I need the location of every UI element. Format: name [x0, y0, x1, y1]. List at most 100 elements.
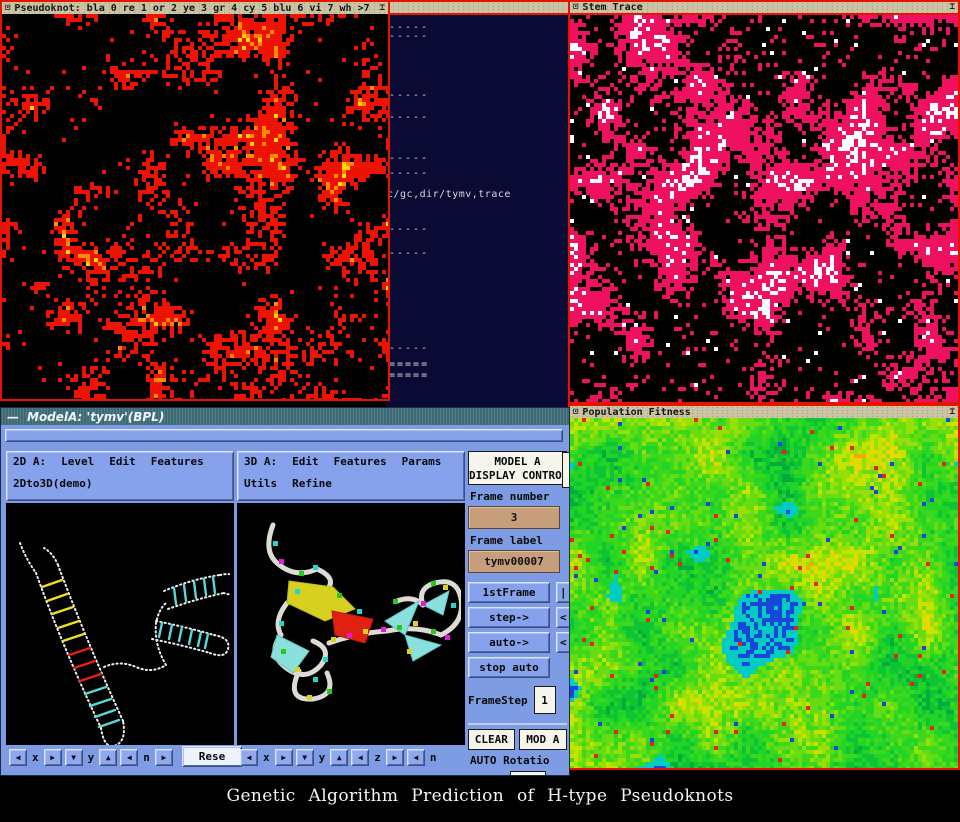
- rotate-arrow-button[interactable]: ▶: [155, 749, 173, 766]
- menu-item[interactable]: Refine: [292, 477, 332, 490]
- modela-title-text: ModelA: 'tymv'(BPL): [27, 410, 164, 424]
- auto-rotation-label: AUTO Rotatio: [470, 754, 567, 767]
- viewport-2d[interactable]: [6, 503, 234, 745]
- frame-number-input[interactable]: 3: [468, 506, 560, 529]
- frame-number-label: Frame number: [470, 490, 567, 503]
- frame-control-button[interactable]: 1stFrame: [468, 582, 550, 603]
- terminal-line: =====: [389, 370, 429, 381]
- population-fitness-image: [570, 418, 958, 768]
- menu-item[interactable]: Features: [151, 455, 204, 468]
- frame-control-button[interactable]: stop auto: [468, 657, 550, 678]
- maximize-icon[interactable]: ⌶: [950, 408, 955, 417]
- axis-label: n: [430, 751, 437, 764]
- terminal-line: -----: [389, 31, 429, 42]
- terminal-line: -----: [389, 112, 429, 123]
- menu-item[interactable]: Features: [334, 455, 387, 468]
- pseudoknot-image: [2, 14, 388, 399]
- axis-label: y: [88, 751, 95, 764]
- menu-2d-row1: 2D A: Level Edit Features: [13, 455, 227, 477]
- rotate-arrow-button[interactable]: ▼: [65, 749, 83, 766]
- cut-off-frame-button[interactable]: <: [556, 632, 570, 653]
- cut-off-frame-button[interactable]: <: [556, 607, 570, 628]
- terminal-frame-divider: [386, 13, 570, 15]
- stem-trace-title: Stem Trace: [582, 2, 642, 13]
- clear-button[interactable]: CLEAR: [468, 729, 515, 750]
- frame-control-button[interactable]: auto->: [468, 632, 550, 653]
- modela-titlebar[interactable]: — ModelA: 'tymv'(BPL): [1, 408, 569, 425]
- axis-label: x: [263, 751, 270, 764]
- terminal-titlebar[interactable]: [386, 2, 570, 13]
- menu-2d: 2D A: Level Edit Features 2Dto3D(demo): [6, 451, 234, 501]
- rotate-arrow-button[interactable]: ▼: [296, 749, 314, 766]
- toolbar-3d: ◀x▶▼y▲◀z▶◀n: [237, 745, 465, 769]
- mod-a-button[interactable]: MOD A: [519, 729, 567, 750]
- model-a-label: MODEL A: [469, 455, 566, 468]
- rotate-arrow-button[interactable]: ▲: [330, 749, 348, 766]
- rotate-arrow-button[interactable]: ▶: [44, 749, 62, 766]
- cut-off-input[interactable]: [510, 771, 546, 776]
- menu-3d-row2: Utils Refine: [244, 477, 458, 499]
- menu-item[interactable]: 3D A:: [244, 455, 277, 468]
- modela-toolbar-strip[interactable]: [5, 429, 563, 442]
- menu-3d: 3D A: Edit Features Params Utils Refine: [237, 451, 465, 501]
- axis-label: z: [374, 751, 381, 764]
- rotate-arrow-button[interactable]: ◀: [240, 749, 258, 766]
- maximize-icon[interactable]: ⌶: [380, 4, 385, 13]
- rotate-arrow-button[interactable]: ◀: [407, 749, 425, 766]
- menu-3d-row1: 3D A: Edit Features Params: [244, 455, 458, 477]
- stem-trace-titlebar[interactable]: ⊡ Stem Trace ⌶: [570, 2, 958, 13]
- rna-3d-structure: [237, 503, 461, 745]
- terminal-line: -----: [389, 248, 429, 259]
- rotate-arrow-button[interactable]: ▶: [275, 749, 293, 766]
- toolbar-2d: ◀x▶▼y▲◀n▶Rese: [6, 745, 234, 769]
- viewport-3d[interactable]: [237, 503, 465, 745]
- menu-item[interactable]: Utils: [244, 477, 277, 490]
- terminal-window[interactable]: ----------------------------------------…: [386, 0, 570, 407]
- terminal-line: -----: [389, 224, 429, 235]
- population-fitness-titlebar[interactable]: ⊡ Population Fitness ⌶: [570, 406, 958, 418]
- desktop: ----------------------------------------…: [0, 0, 960, 822]
- clear-subpanel: CLEAR MOD A AUTO Rotatio: [468, 723, 567, 776]
- display-control-panel: MODEL A DISPLAY CONTROL Frame number 3 F…: [468, 451, 567, 773]
- reset-button[interactable]: Rese: [182, 746, 242, 767]
- panel-2d: 2D A: Level Edit Features 2Dto3D(demo): [6, 451, 234, 769]
- window-menu-icon[interactable]: ⊡: [573, 3, 578, 12]
- population-fitness-window: ⊡ Population Fitness ⌶: [568, 404, 960, 770]
- menu-item[interactable]: Edit: [109, 455, 136, 468]
- framestep-input[interactable]: 1: [534, 686, 556, 714]
- terminal-line: -----: [389, 343, 429, 354]
- maximize-icon[interactable]: ⌶: [950, 3, 955, 12]
- cut-off-frame-button[interactable]: |: [556, 582, 570, 603]
- frame-label-input[interactable]: tymv00007: [468, 550, 560, 573]
- axis-label: x: [32, 751, 39, 764]
- pseudoknot-titlebar[interactable]: ⊡ Pseudoknot: bla 0 re 1 or 2 ye 3 gr 4 …: [2, 2, 388, 14]
- menu-item[interactable]: Level: [61, 455, 94, 468]
- terminal-line: -----: [389, 90, 429, 101]
- terminal-line: =====: [389, 359, 429, 370]
- rotate-arrow-button[interactable]: ◀: [351, 749, 369, 766]
- rotate-arrow-button[interactable]: ▲: [99, 749, 117, 766]
- panel-3d: 3D A: Edit Features Params Utils Refine: [237, 451, 465, 769]
- cut-off-header-box: [562, 452, 570, 488]
- stem-trace-window: ⊡ Stem Trace ⌶: [568, 0, 960, 404]
- rna-2d-structure: [6, 503, 230, 745]
- axis-label: y: [319, 751, 326, 764]
- rotate-arrow-button[interactable]: ▶: [386, 749, 404, 766]
- rotate-arrow-button[interactable]: ◀: [120, 749, 138, 766]
- pseudoknot-window: ⊡ Pseudoknot: bla 0 re 1 or 2 ye 3 gr 4 …: [0, 0, 390, 401]
- menu-item[interactable]: 2D A:: [13, 455, 46, 468]
- window-menu-icon[interactable]: ⊡: [573, 408, 578, 417]
- stem-trace-image: [570, 15, 958, 402]
- pseudoknot-title: Pseudoknot: bla 0 re 1 or 2 ye 3 gr 4 cy…: [14, 3, 369, 14]
- modela-window: — ModelA: 'tymv'(BPL) 2D A: Level Edit Feat…: [0, 407, 570, 776]
- menu-item[interactable]: Params: [402, 455, 442, 468]
- terminal-line: -----: [389, 153, 429, 164]
- control-buttons: 1stFrame | step-> < auto-> < stop auto: [468, 582, 567, 676]
- menu-item[interactable]: 2Dto3D(demo): [13, 477, 92, 490]
- window-menu-dash-icon[interactable]: —: [7, 410, 19, 424]
- modela-body: 2D A: Level Edit Features 2Dto3D(demo): [1, 425, 569, 776]
- rotate-arrow-button[interactable]: ◀: [9, 749, 27, 766]
- frame-control-button[interactable]: step->: [468, 607, 550, 628]
- window-menu-icon[interactable]: ⊡: [5, 4, 10, 13]
- menu-item[interactable]: Edit: [292, 455, 319, 468]
